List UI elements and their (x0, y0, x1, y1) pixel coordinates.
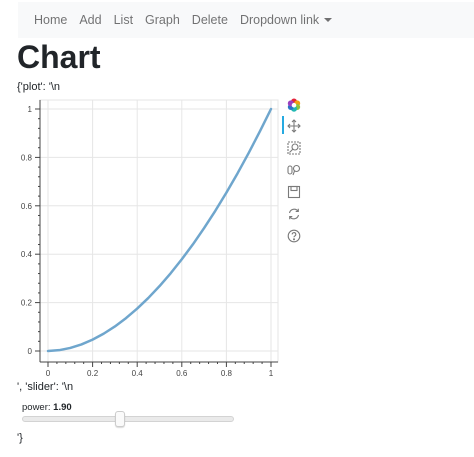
x-tick-label: 0.2 (87, 369, 99, 378)
x-tick-label: 0.6 (176, 369, 188, 378)
nav-link-home[interactable]: Home (34, 13, 67, 27)
bokeh-logo-icon[interactable] (284, 96, 304, 114)
closing-text: '} (17, 432, 23, 444)
nav-dropdown-toggle[interactable]: Dropdown link (239, 13, 333, 27)
slider-handle[interactable] (115, 411, 126, 427)
y-tick-label: 1 (28, 105, 33, 114)
nav-link-delete[interactable]: Delete (192, 13, 228, 27)
nav-link-graph[interactable]: Graph (145, 13, 180, 27)
save-icon[interactable] (284, 183, 304, 201)
y-tick-label: 0.6 (21, 202, 33, 211)
nav-dropdown-label: Dropdown link (239, 13, 320, 27)
slider-label: power: 1.90 (22, 402, 72, 413)
x-tick-label: 0 (46, 369, 51, 378)
x-tick-label: 1 (269, 369, 274, 378)
chevron-down-icon (324, 18, 333, 22)
wheel-zoom-icon[interactable] (284, 161, 304, 179)
page-title: Chart (17, 39, 101, 75)
plot-frame (39, 99, 279, 363)
slider-track[interactable] (22, 416, 234, 422)
help-icon[interactable] (284, 227, 304, 245)
plot-toolbar (280, 96, 308, 256)
y-tick-label: 0.8 (21, 153, 33, 162)
nav-link-list[interactable]: List (114, 13, 133, 27)
plot-canvas[interactable]: 0 0.2 0.4 0.6 0.8 1 0 0.2 0.4 0.6 0.8 1 (18, 96, 280, 380)
y-tick-label: 0.2 (21, 299, 33, 308)
pan-icon[interactable] (284, 117, 304, 135)
box-zoom-icon[interactable] (284, 139, 304, 157)
plot-prefix-text: {'plot': '\n (17, 81, 60, 93)
slider-value: 1.90 (53, 402, 72, 413)
slider-label-text: power: (22, 402, 54, 413)
y-tick-label: 0.4 (21, 250, 33, 259)
y-tick-label: 0 (28, 347, 33, 356)
x-tick-label: 0.4 (132, 369, 144, 378)
slider-prefix-text: ', 'slider': '\n (17, 381, 74, 393)
x-tick-label: 0.8 (221, 369, 233, 378)
reset-icon[interactable] (284, 205, 304, 223)
navbar: Home Add List Graph Delete Dropdown link (18, 2, 474, 38)
nav-link-add[interactable]: Add (79, 13, 101, 27)
